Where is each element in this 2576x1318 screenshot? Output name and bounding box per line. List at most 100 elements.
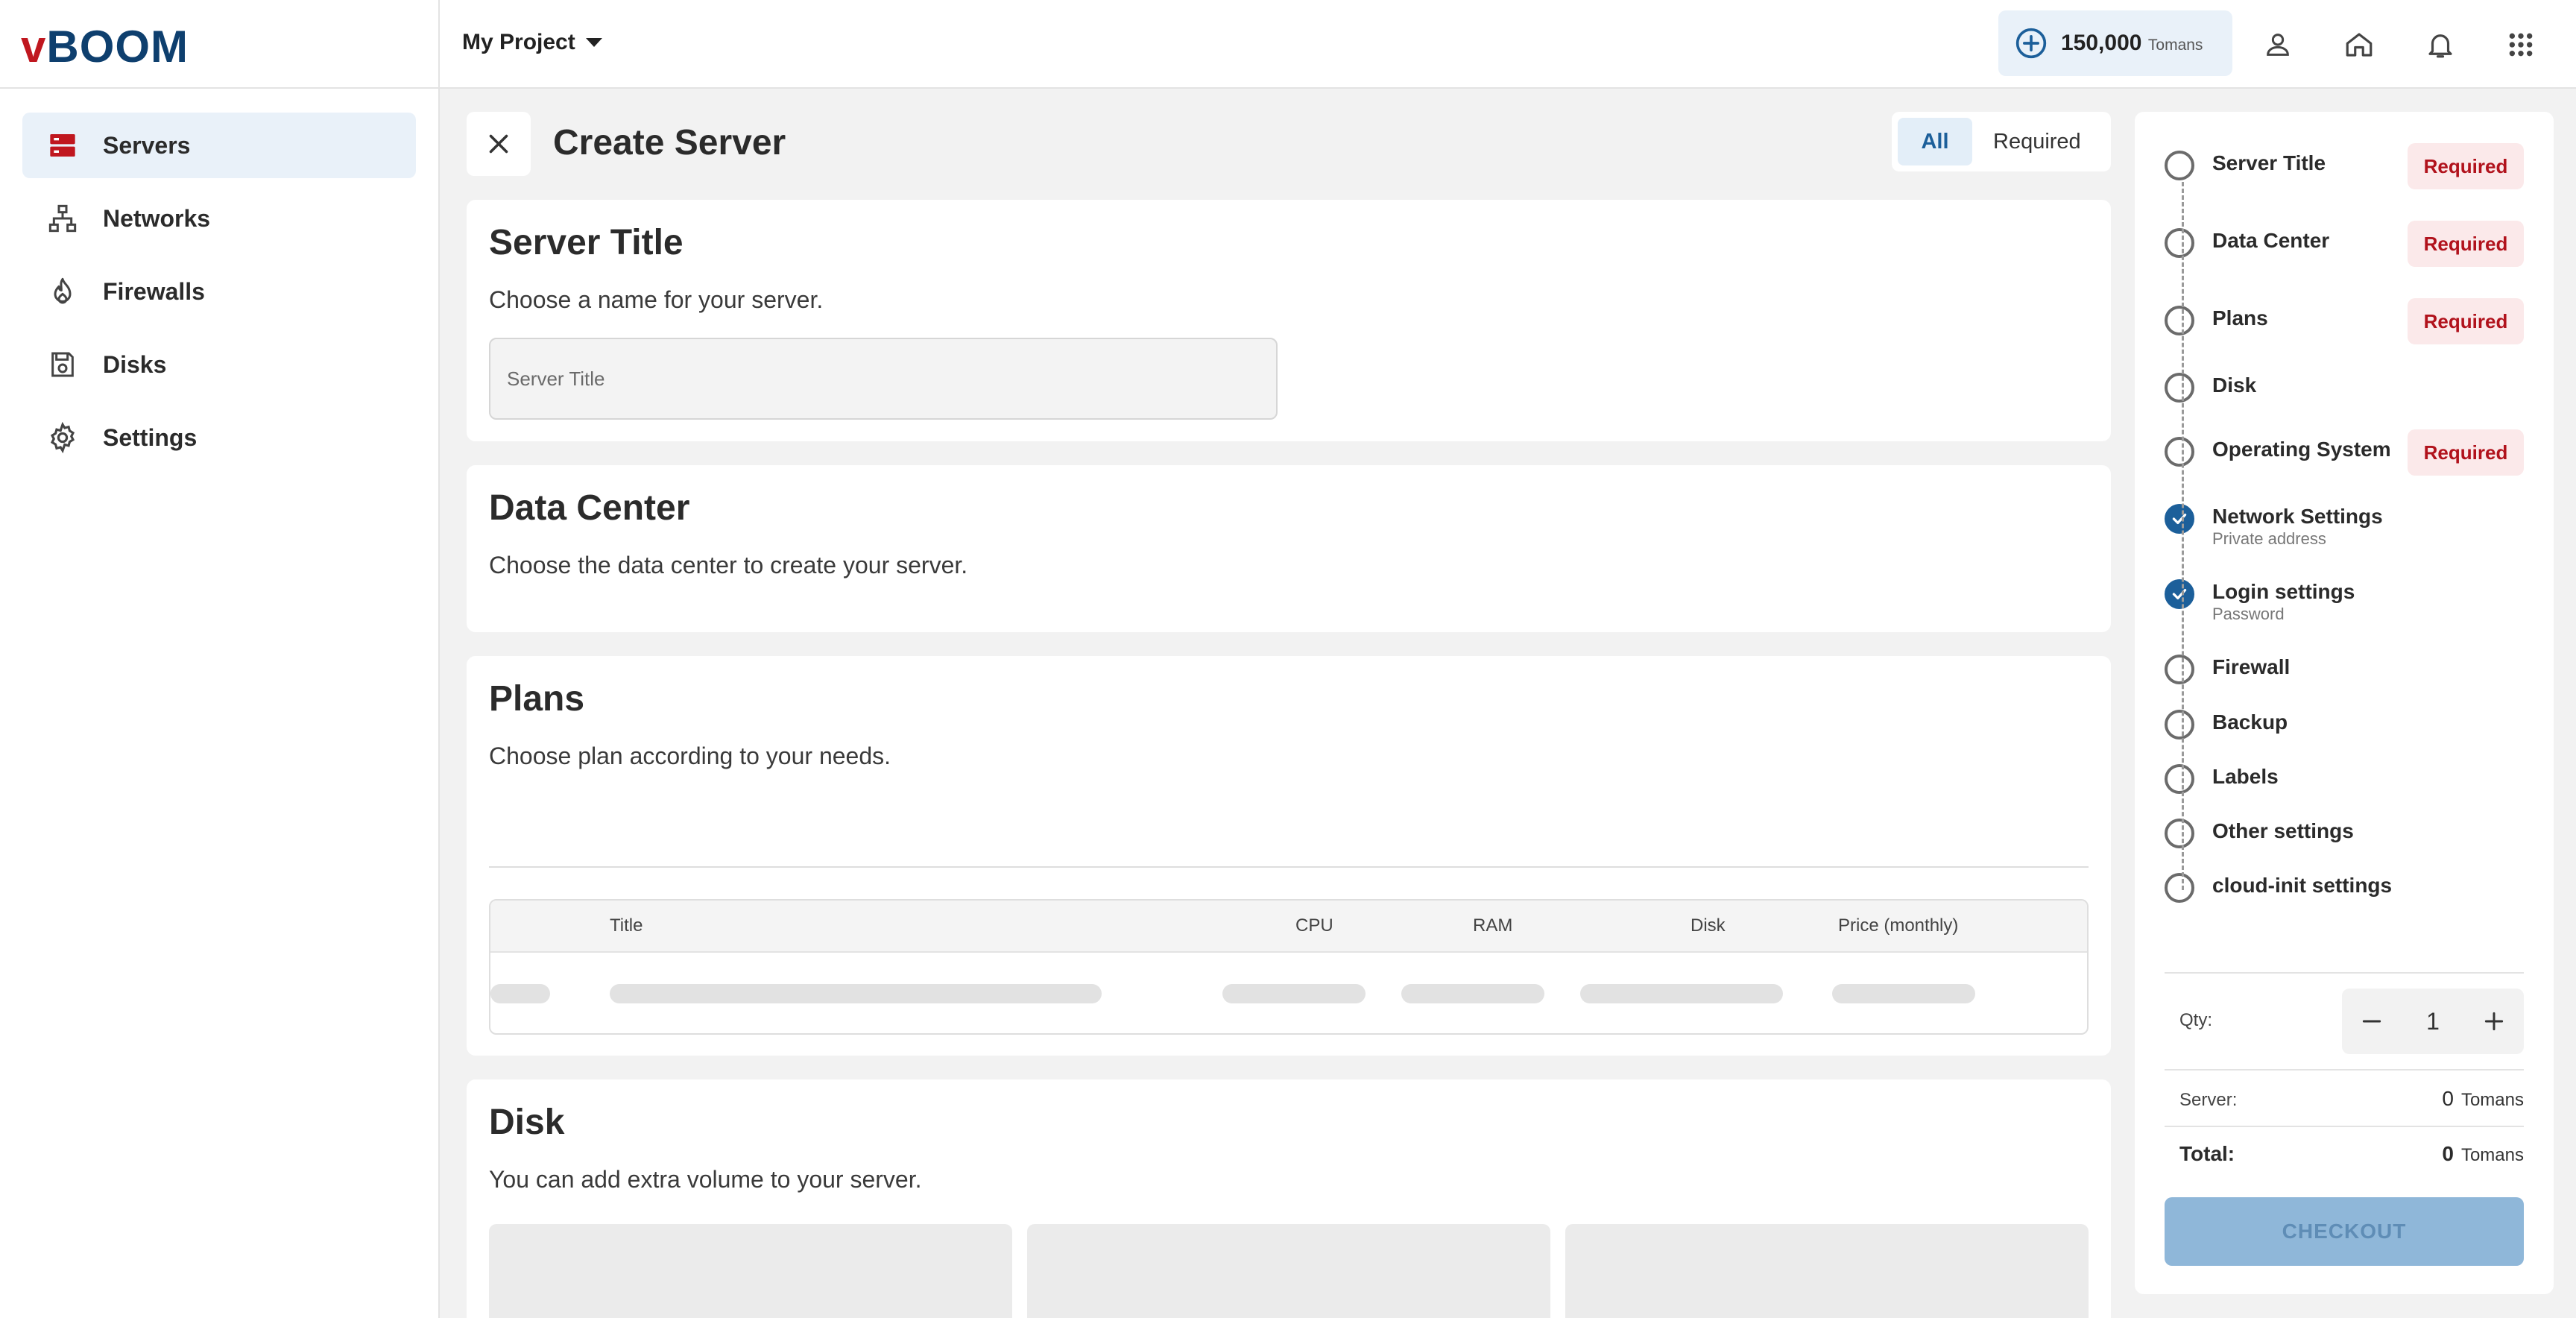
step-label: cloud-init settings [2212, 874, 2393, 897]
step-labels[interactable]: Labels [2165, 764, 2524, 794]
step-label: Operating System [2212, 438, 2391, 461]
user-icon[interactable] [2255, 22, 2300, 67]
section-description: Choose the data center to create your se… [489, 552, 968, 578]
step-plans[interactable]: Plans Required [2165, 298, 2524, 344]
section-description: Choose a name for your server. [489, 286, 824, 313]
section-heading: Disk [489, 1103, 565, 1142]
step-status-icon [2165, 437, 2194, 467]
divider [2165, 1069, 2524, 1071]
home-icon[interactable] [2337, 22, 2381, 67]
project-selector[interactable]: My Project [462, 30, 602, 55]
checkout-button[interactable]: CHECKOUT [2165, 1197, 2524, 1266]
step-data-center[interactable]: Data Center Required [2165, 221, 2524, 267]
total-value: 0 [2442, 1142, 2454, 1165]
disk-option-placeholder[interactable] [489, 1224, 1012, 1318]
plans-card: Plans Choose plan according to your need… [467, 656, 2111, 1056]
step-label: Labels [2212, 765, 2279, 788]
step-status-icon [2165, 655, 2194, 684]
column-header-price: Price (monthly) [1838, 915, 1959, 936]
balance-button[interactable]: 150,000 Tomans [1998, 10, 2232, 76]
top-header: vBOOM My Project 150,000 Tomans [0, 0, 2576, 89]
steps-panel: Server Title Required Data Center Requir… [2135, 112, 2554, 1294]
step-cloud-init-settings[interactable]: cloud-init settings [2165, 873, 2524, 903]
server-title-card: Server Title Choose a name for your serv… [467, 200, 2111, 441]
loading-placeholder [1832, 984, 1975, 1003]
step-firewall[interactable]: Firewall [2165, 655, 2524, 684]
filter-required-button[interactable]: Required [1978, 118, 2096, 165]
filter-all-button[interactable]: All [1898, 118, 1972, 165]
step-operating-system[interactable]: Operating System Required [2165, 429, 2524, 476]
section-heading: Data Center [489, 488, 690, 528]
divider [2165, 1126, 2524, 1127]
apps-grid-icon[interactable] [2498, 22, 2543, 67]
quantity-value: 1 [2426, 1007, 2440, 1035]
server-title-input[interactable] [489, 338, 1278, 420]
disk-option-placeholder[interactable] [1027, 1224, 1550, 1318]
sidebar-item-networks[interactable]: Networks [22, 186, 416, 251]
page-title: Create Server [553, 123, 786, 163]
step-server-title[interactable]: Server Title Required [2165, 143, 2524, 189]
add-circle-icon [2015, 28, 2047, 59]
step-label: Server Title [2212, 151, 2326, 174]
fire-icon [45, 274, 80, 309]
steps-connector [2182, 182, 2184, 890]
decrease-button[interactable] [2355, 1005, 2388, 1038]
step-status-icon [2165, 373, 2194, 403]
divider [489, 866, 2089, 868]
quantity-stepper: 1 [2342, 988, 2524, 1054]
qty-label: Qty: [2179, 1010, 2213, 1030]
step-other-settings[interactable]: Other settings [2165, 819, 2524, 848]
step-login-settings[interactable]: Login settings Password [2165, 579, 2524, 624]
header-divider [438, 0, 440, 89]
step-label: Network Settings [2212, 505, 2383, 528]
sidebar-item-disks[interactable]: Disks [22, 332, 416, 397]
network-icon [45, 201, 80, 236]
step-label: Other settings [2212, 819, 2354, 842]
required-badge: Required [2408, 429, 2524, 476]
server-price-row: Server: 0 Tomans [2179, 1087, 2524, 1111]
caret-down-icon [585, 38, 602, 47]
minus-icon [2362, 1020, 2381, 1023]
total-label: Total: [2179, 1142, 2235, 1165]
section-description: You can add extra volume to your server. [489, 1166, 922, 1193]
step-label: Login settings [2212, 580, 2355, 603]
total-price-row: Total: 0 Tomans [2179, 1142, 2524, 1166]
disk-option-placeholder[interactable] [1565, 1224, 2089, 1318]
sidebar-item-label: Networks [103, 204, 211, 232]
disk-card: Disk You can add extra volume to your se… [467, 1079, 2111, 1318]
step-disk[interactable]: Disk [2165, 373, 2524, 403]
bell-icon[interactable] [2418, 22, 2463, 67]
currency-label: Tomans [2460, 1145, 2524, 1165]
step-label: Plans [2212, 306, 2268, 330]
step-status-icon [2165, 710, 2194, 740]
step-sublabel: Password [2212, 605, 2285, 623]
column-header-disk: Disk [1690, 915, 1726, 936]
loading-placeholder [610, 984, 1102, 1003]
step-network-settings[interactable]: Network Settings Private address [2165, 504, 2524, 549]
section-heading: Server Title [489, 223, 684, 262]
step-status-icon [2165, 819, 2194, 848]
sidebar-item-settings[interactable]: Settings [22, 405, 416, 470]
step-backup[interactable]: Backup [2165, 710, 2524, 740]
close-button[interactable] [467, 112, 531, 176]
vboom-logo[interactable]: vBOOM [21, 21, 189, 72]
sidebar-item-servers[interactable]: Servers [22, 113, 416, 178]
column-header-cpu: CPU [1295, 915, 1333, 936]
plus-icon [2484, 1012, 2504, 1031]
step-status-icon [2165, 228, 2194, 258]
required-badge: Required [2408, 298, 2524, 344]
step-label: Firewall [2212, 655, 2291, 678]
gear-icon [45, 420, 80, 455]
step-status-icon [2165, 764, 2194, 794]
disk-icon [45, 347, 80, 382]
step-label: Disk [2212, 373, 2257, 397]
increase-button[interactable] [2478, 1005, 2510, 1038]
sidebar-item-label: Disks [103, 350, 167, 378]
required-badge: Required [2408, 221, 2524, 267]
currency-label: Tomans [2460, 1090, 2524, 1110]
balance-amount: 150,000 [2061, 31, 2142, 55]
server-price-label: Server: [2179, 1090, 2238, 1110]
server-icon [45, 127, 80, 163]
sidebar-item-firewalls[interactable]: Firewalls [22, 259, 416, 324]
step-status-icon [2165, 873, 2194, 903]
